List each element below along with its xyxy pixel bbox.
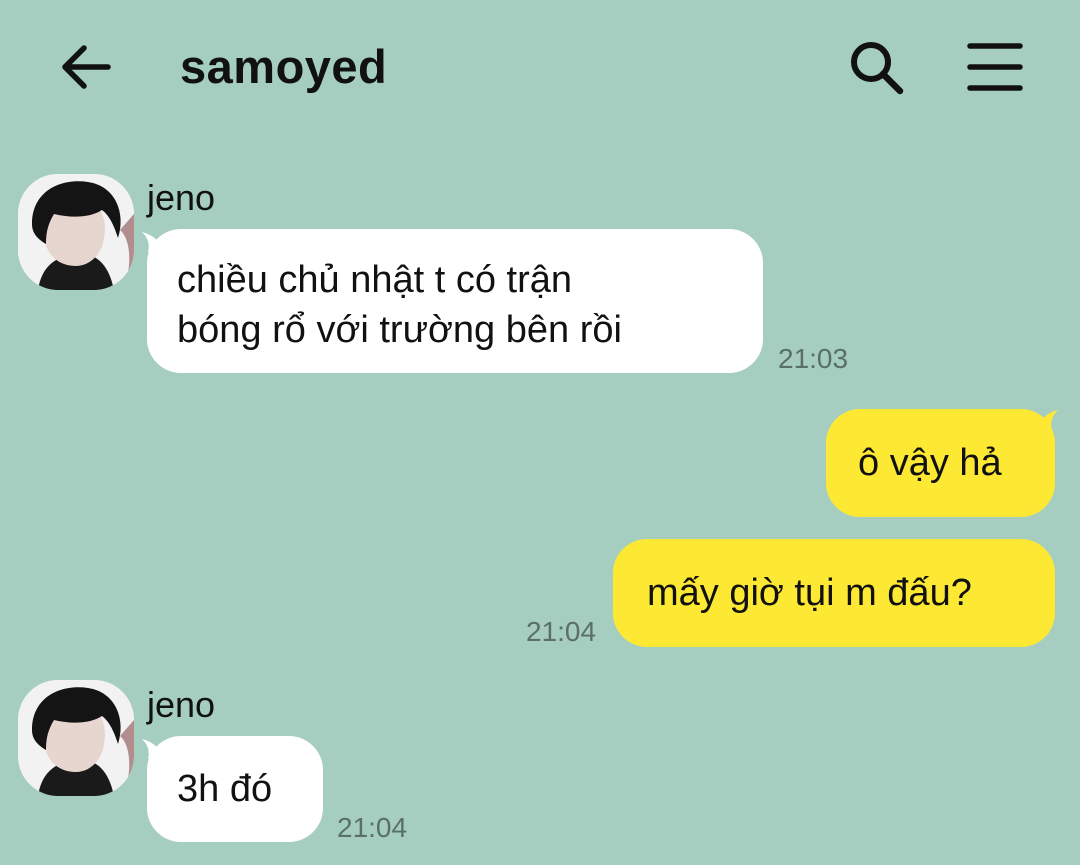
arrow-left-icon (62, 45, 111, 89)
avatar-photo (18, 174, 134, 290)
message-text: ô vậy hả (858, 442, 1002, 484)
sender-name: jeno (147, 177, 216, 218)
message-text: 3h đó (177, 768, 273, 810)
message-bubble-incoming[interactable]: chiều chủ nhật t có trận bóng rổ với trư… (147, 229, 763, 373)
message-text: bóng rổ với trường bên rồi (177, 309, 622, 351)
message-text: mấy giờ tụi m đấu? (647, 572, 972, 614)
message-text: chiều chủ nhật t có trận (177, 259, 573, 301)
menu-button[interactable] (962, 38, 1028, 96)
avatar[interactable] (18, 174, 134, 290)
chat-title: samoyed (180, 40, 388, 93)
message-timestamp: 21:03 (778, 343, 849, 374)
bubble-tail (1040, 410, 1058, 430)
search-icon (851, 42, 904, 95)
message-bubble-incoming[interactable]: 3h đó (147, 736, 323, 842)
message-bubble-outgoing[interactable]: ô vậy hả (826, 409, 1055, 517)
hamburger-menu-icon (967, 43, 1023, 91)
avatar-photo (18, 680, 134, 796)
message-timestamp: 21:04 (526, 616, 597, 647)
sender-name: jeno (147, 684, 216, 725)
back-button[interactable] (56, 38, 118, 96)
search-button[interactable] (846, 38, 908, 96)
message-bubble-outgoing[interactable]: mấy giờ tụi m đấu? (613, 539, 1055, 647)
avatar[interactable] (18, 680, 134, 796)
message-timestamp: 21:04 (337, 812, 408, 843)
